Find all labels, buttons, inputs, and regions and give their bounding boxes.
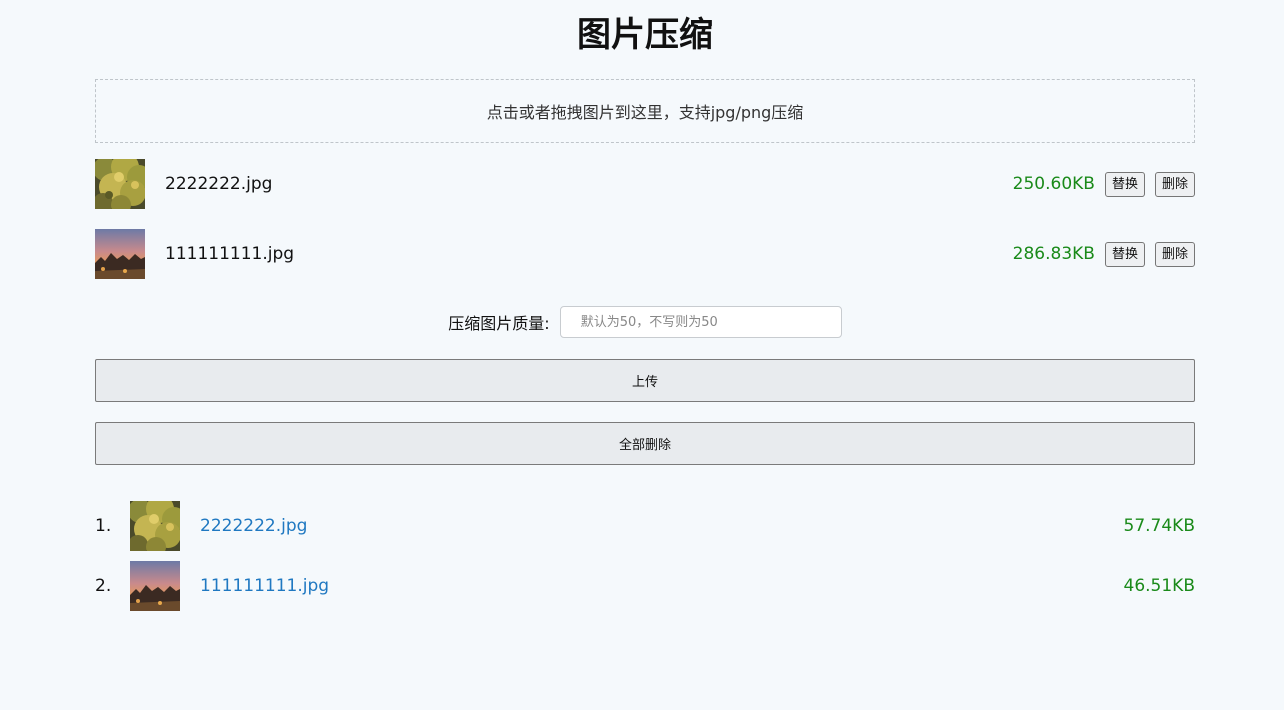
file-name: 2222222.jpg <box>165 174 273 194</box>
result-index: 1. <box>95 516 112 536</box>
file-size: 250.60KB <box>1012 174 1095 194</box>
upload-button[interactable]: 上传 <box>95 359 1195 402</box>
result-row: 1. 2222222.jpg 57.74KB <box>95 501 1195 551</box>
result-index: 2. <box>95 576 112 596</box>
file-thumbnail <box>95 159 145 209</box>
sunset-image <box>130 561 180 611</box>
result-size: 57.74KB <box>1123 516 1195 536</box>
result-download-link[interactable]: 2222222.jpg <box>200 516 1124 536</box>
yellow-tree-image <box>95 159 145 209</box>
result-thumbnail <box>130 561 180 611</box>
file-size: 286.83KB <box>1012 244 1095 264</box>
quality-row: 压缩图片质量: <box>95 305 1195 339</box>
delete-button[interactable]: 删除 <box>1154 171 1195 197</box>
yellow-tree-image <box>130 501 180 551</box>
dropzone-text: 点击或者拖拽图片到这里，支持jpg/png压缩 <box>486 103 804 122</box>
replace-button[interactable]: 替换 <box>1104 241 1145 267</box>
file-name: 111111111.jpg <box>165 244 295 264</box>
sunset-image <box>95 229 145 279</box>
result-row: 2. 111111111.jpg 46.51KB <box>95 561 1195 611</box>
delete-all-button[interactable]: 全部删除 <box>95 422 1195 465</box>
replace-button[interactable]: 替换 <box>1104 171 1145 197</box>
file-thumbnail <box>95 229 145 279</box>
page-title: 图片压缩 <box>577 15 713 55</box>
file-row: 111111111.jpg 286.83KB 替换 删除 <box>95 229 1195 279</box>
result-download-link[interactable]: 111111111.jpg <box>200 576 1124 596</box>
upload-dropzone[interactable]: 点击或者拖拽图片到这里，支持jpg/png压缩 <box>95 79 1195 143</box>
quality-label: 压缩图片质量: <box>448 314 550 333</box>
delete-button[interactable]: 删除 <box>1154 241 1195 267</box>
quality-input[interactable] <box>559 306 842 338</box>
result-thumbnail <box>130 501 180 551</box>
file-row: 2222222.jpg 250.60KB 替换 删除 <box>95 159 1195 209</box>
result-size: 46.51KB <box>1123 576 1195 596</box>
